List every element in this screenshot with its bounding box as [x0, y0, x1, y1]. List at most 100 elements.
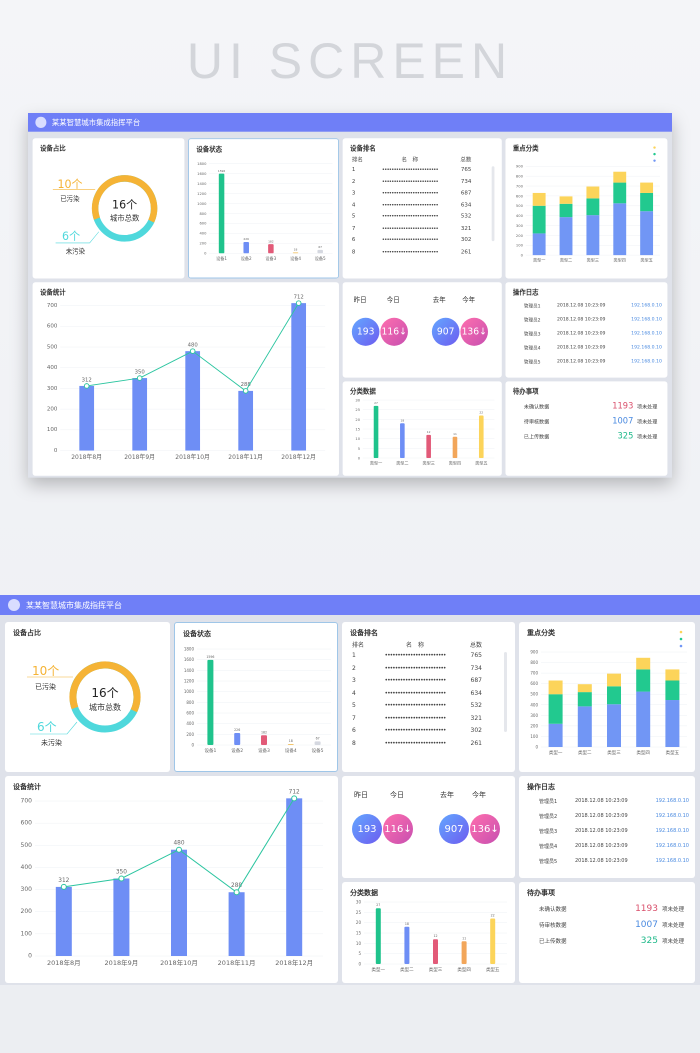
ranking-row[interactable]: 2 •••••••••••••••••••••••• 734 [352, 665, 482, 672]
log-user: 管理员3 [539, 829, 558, 835]
log-ip: 192.168.0.10 [631, 344, 662, 351]
log-ip: 192.168.0.10 [655, 858, 689, 864]
panel-operation-log: 操作日志 管理员1 2018.12.08 10:23:09 192.168.0.10… [519, 776, 695, 878]
app-title: 某某智慧城市集成指挥平台 [26, 600, 122, 610]
ranking-row[interactable]: 2 •••••••••••••••••••••••• 734 [352, 178, 472, 185]
y-tick-label: 1400 [197, 182, 207, 186]
log-row[interactable]: 管理员2 2018.12.08 10:23:09 192.168.0.10 [539, 813, 689, 820]
ranking-row[interactable]: 5 •••••••••••••••••••••••• 532 [352, 213, 472, 220]
log-time: 2018.12.08 10:23:09 [557, 302, 606, 309]
log-row[interactable]: 管理员5 2018.12.08 10:23:09 192.168.0.10 [524, 359, 662, 366]
log-row[interactable]: 管理员1 2018.12.08 10:23:09 192.168.0.10 [524, 303, 662, 310]
todo-row[interactable]: 待审核数据 1007 项未处理 [524, 417, 657, 426]
ranking-row[interactable]: 8 •••••••••••••••••••••••• 261 [352, 740, 482, 747]
log-row[interactable]: 管理员3 2018.12.08 10:23:09 192.168.0.10 [539, 828, 689, 835]
panel-title: 待办事项 [512, 387, 539, 396]
y-tick-label: 30 [356, 900, 362, 905]
line-point [136, 375, 143, 381]
scrollbar[interactable] [491, 166, 495, 242]
todo-row[interactable]: 未确认数据 1193 项未处理 [524, 402, 657, 411]
x-tick-label: 设备5 [312, 747, 324, 754]
log-row[interactable]: 管理员3 2018.12.08 10:23:09 192.168.0.10 [524, 331, 662, 338]
panel-title: 待办事项 [527, 889, 555, 897]
y-tick-label: 300 [516, 224, 524, 228]
ranking-row[interactable]: 3 •••••••••••••••••••••••• 687 [352, 190, 472, 197]
x-tick-label: 2018年10月 [160, 958, 198, 967]
y-tick-label: 400 [516, 214, 524, 218]
today-value: 116↓ [383, 814, 413, 844]
line-point [60, 883, 67, 890]
bar [55, 886, 72, 956]
key-class-chart: 0 100 200 300 400 500 600 700 800 900 类型一 类型二 类型三 类型四… [516, 146, 661, 263]
x-tick-label: 2018年10月 [175, 453, 210, 461]
ranking-row[interactable]: 6 •••••••••••••••••••••••• 302 [352, 236, 472, 243]
ranking-row[interactable]: 6 •••••••••••••••••••••••• 302 [352, 727, 482, 734]
log-row[interactable]: 管理员2 2018.12.08 10:23:09 192.168.0.10 [524, 317, 662, 324]
log-time: 2018.12.08 10:23:09 [575, 858, 628, 864]
y-tick-label: 200 [21, 908, 33, 915]
log-user: 管理员1 [539, 799, 558, 805]
log-time: 2018.12.08 10:23:09 [557, 358, 606, 365]
todo-row[interactable]: 已上传数据 325 项未处理 [524, 432, 657, 441]
bar-segment [559, 196, 573, 204]
this-year-label: 今年 [462, 296, 476, 304]
x-tick-label: 类型三 [429, 966, 443, 973]
ranking-row[interactable]: 1 •••••••••••••••••••••••• 765 [352, 166, 472, 173]
log-row[interactable]: 管理员4 2018.12.08 10:23:09 192.168.0.10 [524, 345, 662, 352]
bar [132, 378, 148, 451]
bar-segment [613, 203, 627, 256]
x-tick-label: 类型五 [666, 749, 680, 756]
ranking-header: 排名 名 称 总数 [352, 155, 472, 164]
app-header: 某某智慧城市集成指挥平台 [28, 113, 672, 132]
y-tick-label: 700 [47, 303, 58, 309]
ranking-row[interactable]: 4 •••••••••••••••••••••••• 634 [352, 201, 472, 208]
x-tick-label: 2018年11月 [228, 453, 263, 461]
x-tick-label: 类型一 [549, 749, 563, 756]
log-row[interactable]: 管理员4 2018.12.08 10:23:09 192.168.0.10 [539, 843, 689, 850]
ranking-row[interactable]: 7 •••••••••••••••••••••••• 321 [352, 715, 482, 722]
scrollbar[interactable] [504, 652, 507, 732]
data-label: 27 [374, 401, 378, 405]
y-tick-label: 0 [54, 448, 58, 454]
ranking-row[interactable]: 4 •••••••••••••••••••••••• 634 [352, 690, 482, 697]
log-row[interactable]: 管理员5 2018.12.08 10:23:09 192.168.0.10 [539, 858, 689, 865]
bar-segment [548, 723, 563, 747]
ranking-row[interactable]: 7 •••••••••••••••••••••••• 321 [352, 225, 472, 232]
bar-segment [586, 198, 600, 216]
y-tick-label: 1800 [197, 162, 207, 166]
device-total: 734 [460, 177, 472, 185]
y-tick-label: 0 [191, 743, 194, 748]
clean-count: 6个 [37, 720, 57, 734]
y-tick-label: 600 [186, 711, 194, 716]
header-name: 名 称 [405, 642, 424, 649]
x-tick-label: 设备2 [231, 747, 243, 754]
y-tick-label: 200 [530, 723, 538, 728]
bar [426, 434, 431, 459]
todo-row[interactable]: 已上传数据 325 项未处理 [539, 936, 684, 946]
last-year-value: 907 [439, 814, 469, 844]
todo-label: 待审核数据 [523, 419, 550, 426]
device-total: 321 [460, 224, 472, 232]
y-tick-label: 200 [47, 406, 58, 412]
bar [317, 249, 323, 254]
log-time: 2018.12.08 10:23:09 [575, 813, 628, 819]
ranking-row[interactable]: 1 •••••••••••••••••••••••• 765 [352, 652, 482, 659]
bar [261, 735, 267, 745]
data-label: 67 [318, 245, 322, 249]
bar-segment [548, 694, 563, 724]
bar [286, 798, 303, 956]
line-point [295, 300, 302, 306]
log-user: 管理员4 [523, 345, 541, 352]
rank: 6 [351, 236, 356, 243]
clean-label: 未污染 [41, 739, 62, 747]
last-year-value: 907 [431, 317, 460, 346]
bar [287, 744, 294, 745]
todo-suffix: 项未处理 [637, 419, 658, 426]
todo-row[interactable]: 待审核数据 1007 项未处理 [539, 920, 684, 930]
ranking-row[interactable]: 8 •••••••••••••••••••••••• 261 [352, 248, 472, 255]
todo-row[interactable]: 未确认数据 1193 项未处理 [539, 904, 684, 914]
ranking-row[interactable]: 5 •••••••••••••••••••••••• 532 [352, 702, 482, 709]
ranking-row[interactable]: 3 •••••••••••••••••••••••• 687 [352, 677, 482, 684]
log-row[interactable]: 管理员1 2018.12.08 10:23:09 192.168.0.10 [539, 798, 689, 805]
y-tick-label: 900 [530, 650, 538, 655]
